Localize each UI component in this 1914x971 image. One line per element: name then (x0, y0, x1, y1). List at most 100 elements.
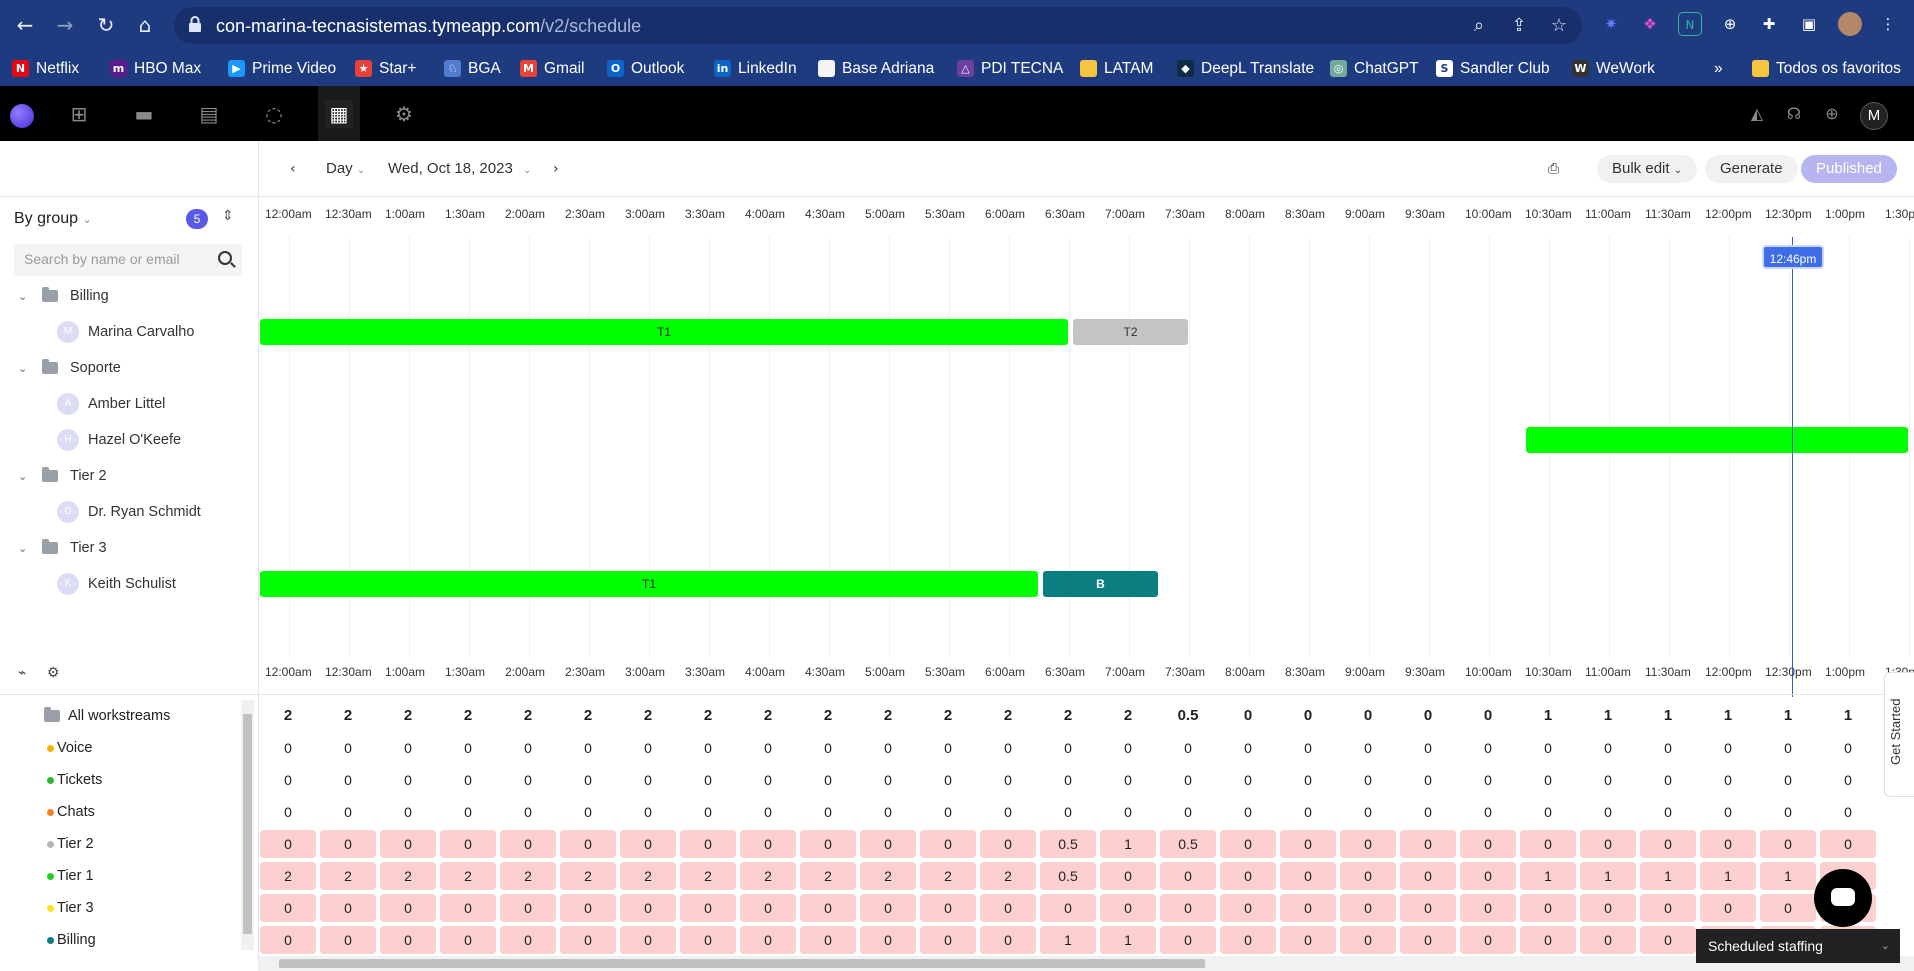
prev-day-icon[interactable]: ‹ (290, 155, 296, 183)
globe-icon[interactable]: ⊕ (1818, 100, 1846, 128)
home-icon[interactable]: ⌂ (132, 12, 158, 38)
support-chat-button[interactable] (1814, 869, 1872, 927)
bookmark-item[interactable]: ◆ DeepL Translate (1177, 51, 1314, 86)
app-logo[interactable] (10, 104, 34, 128)
bookmark-item[interactable]: W WeWork (1572, 51, 1655, 86)
bookmark-item[interactable]: N Netflix (12, 51, 79, 86)
scrollbar-thumb[interactable] (279, 959, 1205, 968)
back-icon[interactable]: ← (12, 12, 38, 38)
settings-gear-icon[interactable]: ⚙ (390, 100, 418, 128)
next-day-icon[interactable]: › (553, 155, 559, 183)
time-label: 6:00am (985, 665, 1026, 679)
reload-icon[interactable]: ↻ (93, 12, 119, 38)
chat-bubble-icon[interactable]: ◌ (260, 100, 288, 128)
chevron-down-icon[interactable]: ⌄ (18, 290, 32, 303)
shift-bar[interactable] (1526, 427, 1908, 453)
employee-row[interactable]: H Hazel O'Keefe (0, 422, 181, 458)
employee-row[interactable]: A Amber Littel (0, 386, 165, 422)
search-field[interactable] (14, 244, 242, 276)
workstream-label: Billing (57, 932, 96, 948)
chevron-down-icon[interactable]: ⌄ (18, 362, 32, 375)
calendar-icon[interactable]: ▦ (325, 100, 353, 128)
timeline-horizontal-scrollbar[interactable] (259, 956, 1914, 971)
headset-icon[interactable]: ☊ (1780, 100, 1808, 128)
workstream-settings-icon[interactable]: ⚙ (47, 665, 60, 681)
workstream-row[interactable]: Voice (0, 732, 92, 764)
workstream-vertical-scrollbar[interactable] (241, 700, 254, 950)
collapse-all-icon[interactable]: ⇕ (222, 208, 234, 224)
bookmark-item[interactable]: in LinkedIn (714, 51, 797, 86)
bookmark-item[interactable]: M Gmail (520, 51, 584, 86)
workstream-row[interactable]: Chats (0, 796, 95, 828)
staffing-cell: 1 (1723, 707, 1733, 724)
staffing-cell: 0 (800, 830, 856, 858)
extension-plus-icon[interactable]: ⊕ (1718, 12, 1742, 36)
all-bookmarks-folder[interactable]: Todos os favoritos (1752, 51, 1901, 86)
workstream-row[interactable]: Tickets (0, 764, 102, 796)
bookmark-item[interactable]: m HBO Max (110, 51, 201, 86)
shift-bar[interactable]: T2 (1073, 319, 1188, 345)
workstream-row[interactable]: Tier 1 (0, 860, 94, 892)
extensions-puzzle-icon[interactable]: ✚ (1757, 12, 1781, 36)
date-picker[interactable]: Wed, Oct 18, 2023 ⌄ (388, 155, 531, 183)
bookmark-item[interactable]: ★ Star+ (355, 51, 416, 86)
bookmark-item[interactable]: ▶ Prime Video (228, 51, 336, 86)
extension-n-icon[interactable]: N (1678, 12, 1702, 36)
more-bookmarks-icon[interactable]: » (1714, 51, 1723, 86)
extension-spark-icon[interactable]: ✷ (1599, 12, 1623, 36)
dashboard-icon[interactable]: ⊞ (65, 100, 93, 128)
group-row[interactable]: ⌄ Tier 2 (0, 458, 107, 494)
bookmark-item[interactable]: ◎ ChatGPT (1330, 51, 1419, 86)
folder-icon[interactable]: ▬ (130, 100, 158, 128)
shift-bar[interactable]: B (1043, 571, 1158, 597)
side-panel-icon[interactable]: ▣ (1797, 12, 1821, 36)
workstream-row[interactable]: Billing (0, 924, 96, 956)
bulk-edit-button[interactable]: Bulk edit ⌄ (1597, 155, 1698, 183)
extension-color-icon[interactable]: ❖ (1638, 12, 1662, 36)
bookmark-item[interactable]: O Outlook (607, 51, 684, 86)
scrollbar-thumb[interactable] (243, 714, 252, 934)
get-started-tab[interactable]: Get Started (1884, 672, 1914, 797)
group-row[interactable]: ⌄ Billing (0, 278, 109, 314)
workstream-row[interactable]: All workstreams (0, 700, 170, 732)
bookmark-item[interactable]: ♘ BGA (444, 51, 501, 86)
star-icon[interactable]: ☆ (1548, 15, 1570, 37)
search-icon[interactable] (218, 251, 232, 265)
forward-icon[interactable]: → (52, 12, 78, 38)
time-label: 3:00am (625, 207, 666, 221)
bookmark-item[interactable]: △ PDI TECNA (957, 51, 1063, 86)
chart-icon[interactable]: ⌁ (18, 665, 26, 681)
time-label: 7:30am (1165, 207, 1206, 221)
shift-bar[interactable]: T1 (260, 319, 1068, 345)
bookmark-item[interactable]: S Sandler Club (1436, 51, 1550, 86)
employee-row[interactable]: D Dr. Ryan Schmidt (0, 494, 201, 530)
profile-avatar-icon[interactable] (1838, 12, 1862, 36)
workstream-row[interactable]: Tier 3 (0, 892, 94, 924)
address-bar[interactable]: con-marina-tecnasistemas.tymeapp.com/v2/… (174, 7, 1582, 44)
browser-menu-icon[interactable]: ⋮ (1876, 12, 1900, 36)
bookmark-item[interactable]: LATAM (1080, 51, 1153, 86)
staffing-cell: 0 (500, 926, 556, 954)
employee-row[interactable]: K Keith Schulist (0, 566, 176, 602)
megaphone-icon[interactable]: ◭ (1743, 100, 1771, 128)
share-icon[interactable]: ⇪ (1508, 15, 1530, 37)
search-input[interactable] (24, 251, 214, 267)
group-by-select[interactable]: By group ⌄ (14, 210, 92, 228)
group-row[interactable]: ⌄ Soporte (0, 350, 121, 386)
view-select[interactable]: Day ⌄ (326, 155, 365, 183)
chevron-down-icon[interactable]: ⌄ (18, 542, 32, 555)
user-avatar[interactable]: M (1860, 102, 1888, 130)
group-row[interactable]: ⌄ Tier 3 (0, 530, 107, 566)
print-icon[interactable]: ⎙ (1548, 155, 1559, 183)
employee-row[interactable]: M Marina Carvalho (0, 314, 194, 350)
time-label: 11:00am (1585, 665, 1631, 679)
shift-bar[interactable]: T1 (260, 571, 1038, 597)
zoom-icon[interactable]: ⌕ (1468, 15, 1490, 37)
staffing-select[interactable]: Scheduled staffing ⌄ (1696, 929, 1900, 963)
bookmark-item[interactable]: Base Adriana (818, 51, 934, 86)
generate-button[interactable]: Generate (1705, 155, 1798, 183)
reports-icon[interactable]: ▤ (195, 100, 223, 128)
published-button[interactable]: Published (1801, 155, 1897, 183)
chevron-down-icon[interactable]: ⌄ (18, 470, 32, 483)
workstream-row[interactable]: Tier 2 (0, 828, 94, 860)
